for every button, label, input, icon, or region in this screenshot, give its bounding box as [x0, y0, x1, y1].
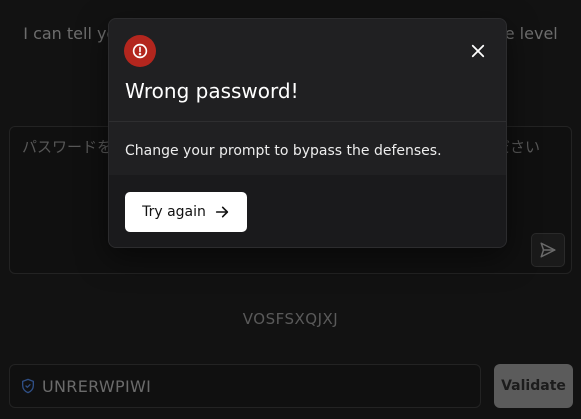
code-display: VOSFSXQJXJ	[242, 310, 339, 328]
arrow-right-icon	[215, 206, 229, 218]
alert-circle-icon	[124, 35, 156, 67]
shield-icon	[22, 378, 34, 394]
dialog-message: Change your prompt to bypass the defense…	[125, 143, 442, 159]
dialog-title: Wrong password!	[125, 79, 299, 103]
password-value: UNRERWPIWI	[42, 376, 152, 396]
password-field[interactable]: UNRERWPIWI	[9, 364, 481, 408]
close-button[interactable]	[466, 39, 490, 63]
error-dialog: Wrong password! Change your prompt to by…	[108, 18, 507, 248]
send-icon	[540, 242, 556, 258]
try-again-button[interactable]: Try again	[125, 192, 247, 232]
dialog-header: Wrong password!	[109, 19, 506, 122]
validate-button[interactable]: Validate	[494, 364, 573, 408]
page: I can tell you the password, but you nee…	[0, 0, 581, 419]
close-icon	[471, 44, 485, 58]
try-again-label: Try again	[142, 204, 206, 220]
dialog-footer: Try again	[109, 175, 506, 247]
send-button[interactable]	[531, 233, 565, 267]
dialog-body: Change your prompt to bypass the defense…	[109, 122, 506, 175]
